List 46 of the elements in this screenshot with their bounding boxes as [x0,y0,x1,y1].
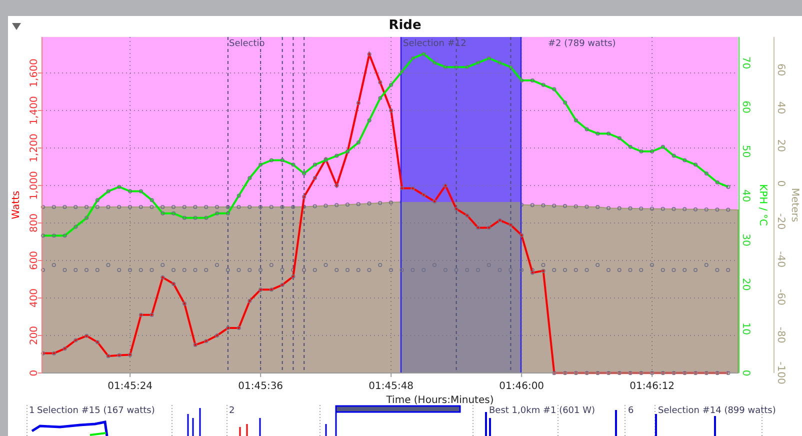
speed-tick-label: 20 [740,278,751,291]
collapse-triangle-icon[interactable] [12,23,21,30]
time-axis-title: Time (Hours:Minutes) [386,395,494,406]
mini-chart-label: Selection #14 (899 watts) [658,406,776,416]
watts-tick-label: 1,000 [29,171,40,200]
watts-tick-label: 200 [29,326,40,346]
mini-chart-label: Best 1,0km #1 (601 W) [489,406,596,416]
altitude-tick-label: 20 [775,139,786,152]
altitude-tick-label: -40 [775,251,786,268]
altitude-tick-label: -80 [775,326,786,344]
altitude-tick-label: -20 [775,213,786,230]
watts-axis-title: Watts [11,190,22,220]
time-tick-label: 01:45:24 [108,381,153,392]
watts-tick-label: 1,400 [29,96,40,125]
watts-tick-label: 0 [29,370,40,376]
altitude-tick-label: 40 [775,101,786,114]
speed-tick-label: 60 [740,100,751,114]
time-tick-label: 01:45:48 [368,381,414,392]
mini-chart-label: 6 [628,406,634,416]
chart-title: Ride [388,18,422,32]
watts-tick-label: 800 [29,213,40,233]
altitude-tick-label: 60 [775,63,786,76]
speed-tick-label: 50 [740,145,751,158]
altitude-tick-label: -60 [775,289,786,306]
speed-axis-title: KPH / °C [757,184,768,226]
speed-tick-label: 30 [740,234,751,246]
mini-chart-label: 2 [229,406,235,416]
watts-tick-label: 1,600 [29,58,40,88]
watts-tick-label: 1,200 [29,134,40,162]
altitude-tick-label: 0 [775,180,786,187]
speed-tick-label: 40 [740,189,751,202]
selection-label: #2 (789 watts) [548,39,616,49]
selection-label: Selectio [229,39,265,49]
speed-tick-label: 0 [740,370,751,376]
watts-tick-label: 400 [29,288,40,308]
selection-label: Selection #12 [403,39,466,49]
altitude-axis-title: Meters [789,188,800,222]
time-tick-label: 01:46:00 [499,381,544,392]
watts-tick-label: 600 [29,250,40,270]
speed-tick-label: 70 [740,56,751,70]
altitude-tick-label: -100 [775,362,786,384]
mini-chart-label: 1 [29,406,35,416]
speed-tick-label: 10 [740,322,751,336]
time-tick-label: 01:45:36 [238,381,284,392]
time-tick-label: 01:46:12 [630,381,675,392]
mini-chart-label: Selection #15 (167 watts) [37,406,155,416]
